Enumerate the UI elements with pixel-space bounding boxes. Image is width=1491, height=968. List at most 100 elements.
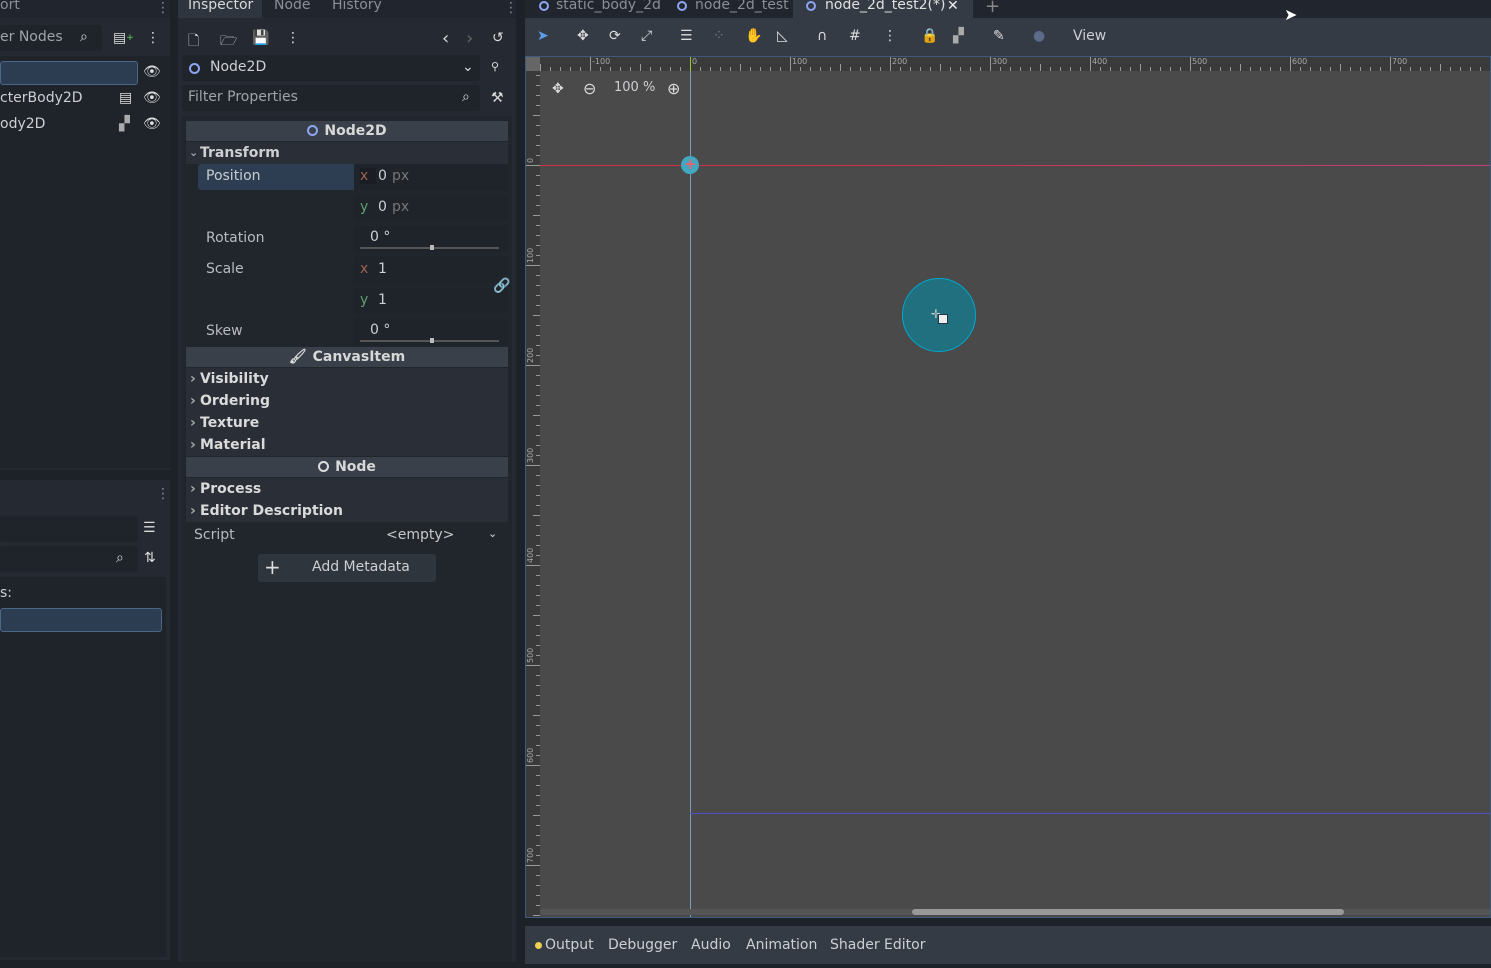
pan-mode-icon[interactable]: ✋ — [745, 28, 762, 44]
object-selector-label: Node2D — [210, 59, 267, 75]
grid-snap-icon[interactable]: # — [849, 28, 861, 44]
tab-output[interactable]: Output — [545, 937, 594, 953]
more-icon[interactable]: ⋮ — [286, 30, 300, 46]
visibility-eye-icon[interactable]: 👁 — [143, 116, 161, 132]
pivot-mode-icon[interactable]: ⁘ — [713, 28, 725, 44]
filter-nodes-input[interactable]: er Nodes ⌕ — [0, 25, 102, 51]
more-icon[interactable]: ⋮ — [146, 30, 160, 46]
slider-grabber[interactable] — [429, 245, 434, 250]
rotate-mode-icon[interactable]: ⟳ — [609, 28, 621, 44]
scene-tab-active[interactable]: node_2d_test2(*) ✕ — [793, 0, 973, 18]
rotation-slider[interactable]: 0 ° — [354, 226, 508, 252]
script-icon[interactable]: ▤ — [119, 90, 132, 106]
position-x-field[interactable]: x 0 px — [354, 164, 508, 190]
position-y-field[interactable]: y 0 px — [354, 195, 508, 221]
history-back-icon[interactable]: ‹ — [442, 28, 449, 49]
ruler-mode-icon[interactable]: ◺ — [777, 28, 788, 44]
visibility-eye-icon[interactable]: 👁 — [143, 64, 161, 80]
open-folder-icon[interactable]: 🗁 — [220, 30, 237, 54]
tree-item-root[interactable] — [0, 61, 138, 85]
ruler-tick — [536, 95, 540, 96]
zoom-level[interactable]: 100 % — [614, 80, 655, 95]
dock-menu-icon[interactable]: ⋮ — [504, 0, 518, 16]
open-docs-icon[interactable]: ⚲ — [491, 60, 499, 73]
zoom-in-icon[interactable]: ⊕ — [667, 79, 680, 98]
ruler-tick — [536, 575, 540, 576]
dock-menu-icon[interactable]: ⋮ — [156, 0, 170, 16]
group-texture[interactable]: Texture — [186, 412, 508, 434]
tree-item[interactable]: cterBody2D ▤ 👁 — [0, 88, 165, 110]
node2d-origin-gizmo[interactable]: + — [681, 155, 699, 174]
list-select-icon[interactable]: ☰ — [680, 28, 693, 44]
section-node2d[interactable]: Node2D — [186, 121, 508, 141]
tab-node[interactable]: Node — [274, 0, 311, 13]
tab-import[interactable]: ort — [0, 0, 20, 13]
tab-animation[interactable]: Animation — [746, 937, 817, 953]
dock-menu-icon[interactable]: ⋮ — [156, 486, 170, 502]
ruler-tick — [526, 565, 540, 566]
smart-snap-icon[interactable]: ∩ — [817, 28, 827, 44]
tools-icon[interactable]: ⚒ — [491, 90, 504, 106]
view-menu[interactable]: View — [1073, 28, 1106, 44]
snap-options-icon[interactable]: ⋮ — [883, 28, 897, 44]
ruler-tick — [780, 67, 781, 71]
add-metadata-button[interactable]: + Add Metadata — [258, 554, 436, 582]
scrollbar-thumb[interactable] — [912, 909, 1344, 915]
section-node[interactable]: Node — [186, 457, 508, 477]
group-process[interactable]: Process — [186, 478, 508, 500]
canvas-viewport[interactable]: -100 0 100 200 300 400 500 600 700 0 100 200 300 400… — [525, 56, 1491, 918]
tab-audio[interactable]: Audio — [691, 937, 731, 953]
center-view-icon[interactable]: ✥ — [552, 81, 564, 97]
tab-inspector[interactable]: Inspector — [178, 0, 262, 18]
section-canvasitem[interactable]: 🖌 CanvasItem — [186, 347, 508, 367]
ruler-tick — [620, 67, 621, 71]
script-value[interactable]: <empty> — [386, 527, 454, 543]
bone-icon[interactable]: ✎ — [993, 28, 1005, 44]
attach-script-icon[interactable]: ▤ + — [113, 30, 134, 46]
filter-properties-input[interactable]: Filter Properties ⌕ — [182, 85, 480, 111]
ruler-tick — [526, 165, 540, 166]
recent-history-icon[interactable]: ↺ — [492, 30, 504, 46]
skew-label: Skew — [206, 323, 243, 339]
mouse-cursor-icon: ➤ — [1284, 5, 1298, 24]
scale-mode-icon[interactable]: ⤢ — [641, 28, 652, 44]
group-ordering[interactable]: Ordering — [186, 390, 508, 412]
close-icon[interactable]: ✕ — [947, 0, 959, 14]
skew-slider[interactable]: 0 ° — [354, 319, 508, 345]
group-icon[interactable]: ▞ — [953, 28, 964, 44]
scale-y-field[interactable]: y 1 — [354, 288, 508, 314]
object-selector[interactable]: Node2D ⌄ — [182, 55, 480, 81]
select-mode-icon[interactable]: ➤ — [537, 28, 549, 44]
tab-debugger[interactable]: Debugger — [608, 937, 677, 953]
group-visibility[interactable]: Visibility — [186, 368, 508, 390]
scale-x-field[interactable]: x 1 — [354, 257, 508, 283]
filter-files-input[interactable]: ⌕ — [0, 546, 138, 572]
tab-shader-editor[interactable]: Shader Editor — [830, 937, 925, 953]
visibility-eye-icon[interactable]: 👁 — [143, 90, 161, 106]
sort-icon[interactable]: ⇅ — [144, 550, 156, 566]
zoom-out-icon[interactable]: ⊖ — [583, 79, 596, 98]
history-forward-icon[interactable]: › — [466, 28, 473, 49]
lock-icon[interactable]: 🔒 — [921, 28, 938, 44]
chevron-down-icon[interactable]: ⌄ — [488, 527, 497, 540]
position-label[interactable]: Position — [198, 164, 354, 190]
group-transform[interactable]: ⌄ Transform — [186, 142, 508, 164]
group-editor-description[interactable]: Editor Description — [186, 500, 508, 522]
ruler-tick — [536, 205, 540, 206]
split-view-icon[interactable]: ☰ — [143, 520, 156, 536]
add-tab-icon[interactable]: + — [985, 0, 1000, 17]
favorites-item[interactable] — [0, 608, 162, 632]
move-mode-icon[interactable]: ✥ — [577, 28, 589, 44]
new-resource-icon[interactable]: 🗋 — [188, 30, 199, 54]
path-input[interactable] — [0, 516, 138, 542]
group-material[interactable]: Material — [186, 434, 508, 456]
slider-grabber[interactable] — [429, 338, 434, 343]
ruler-tick — [536, 695, 540, 696]
tab-history[interactable]: History — [332, 0, 382, 13]
canvas-toolbar: ➤ ✥ ⟳ ⤢ ☰ ⁘ ✋ ◺ ∩ # ⋮ 🔒 ▞ ✎ ● View — [525, 18, 1491, 56]
link-chain-icon[interactable]: 🔗 — [493, 278, 510, 294]
camera-override-icon[interactable]: ● — [1033, 28, 1045, 44]
tree-item[interactable]: ody2D ▞ 👁 — [0, 114, 165, 136]
save-icon[interactable]: 💾 — [252, 30, 269, 46]
warning-config-icon[interactable]: ▞ — [119, 116, 130, 132]
